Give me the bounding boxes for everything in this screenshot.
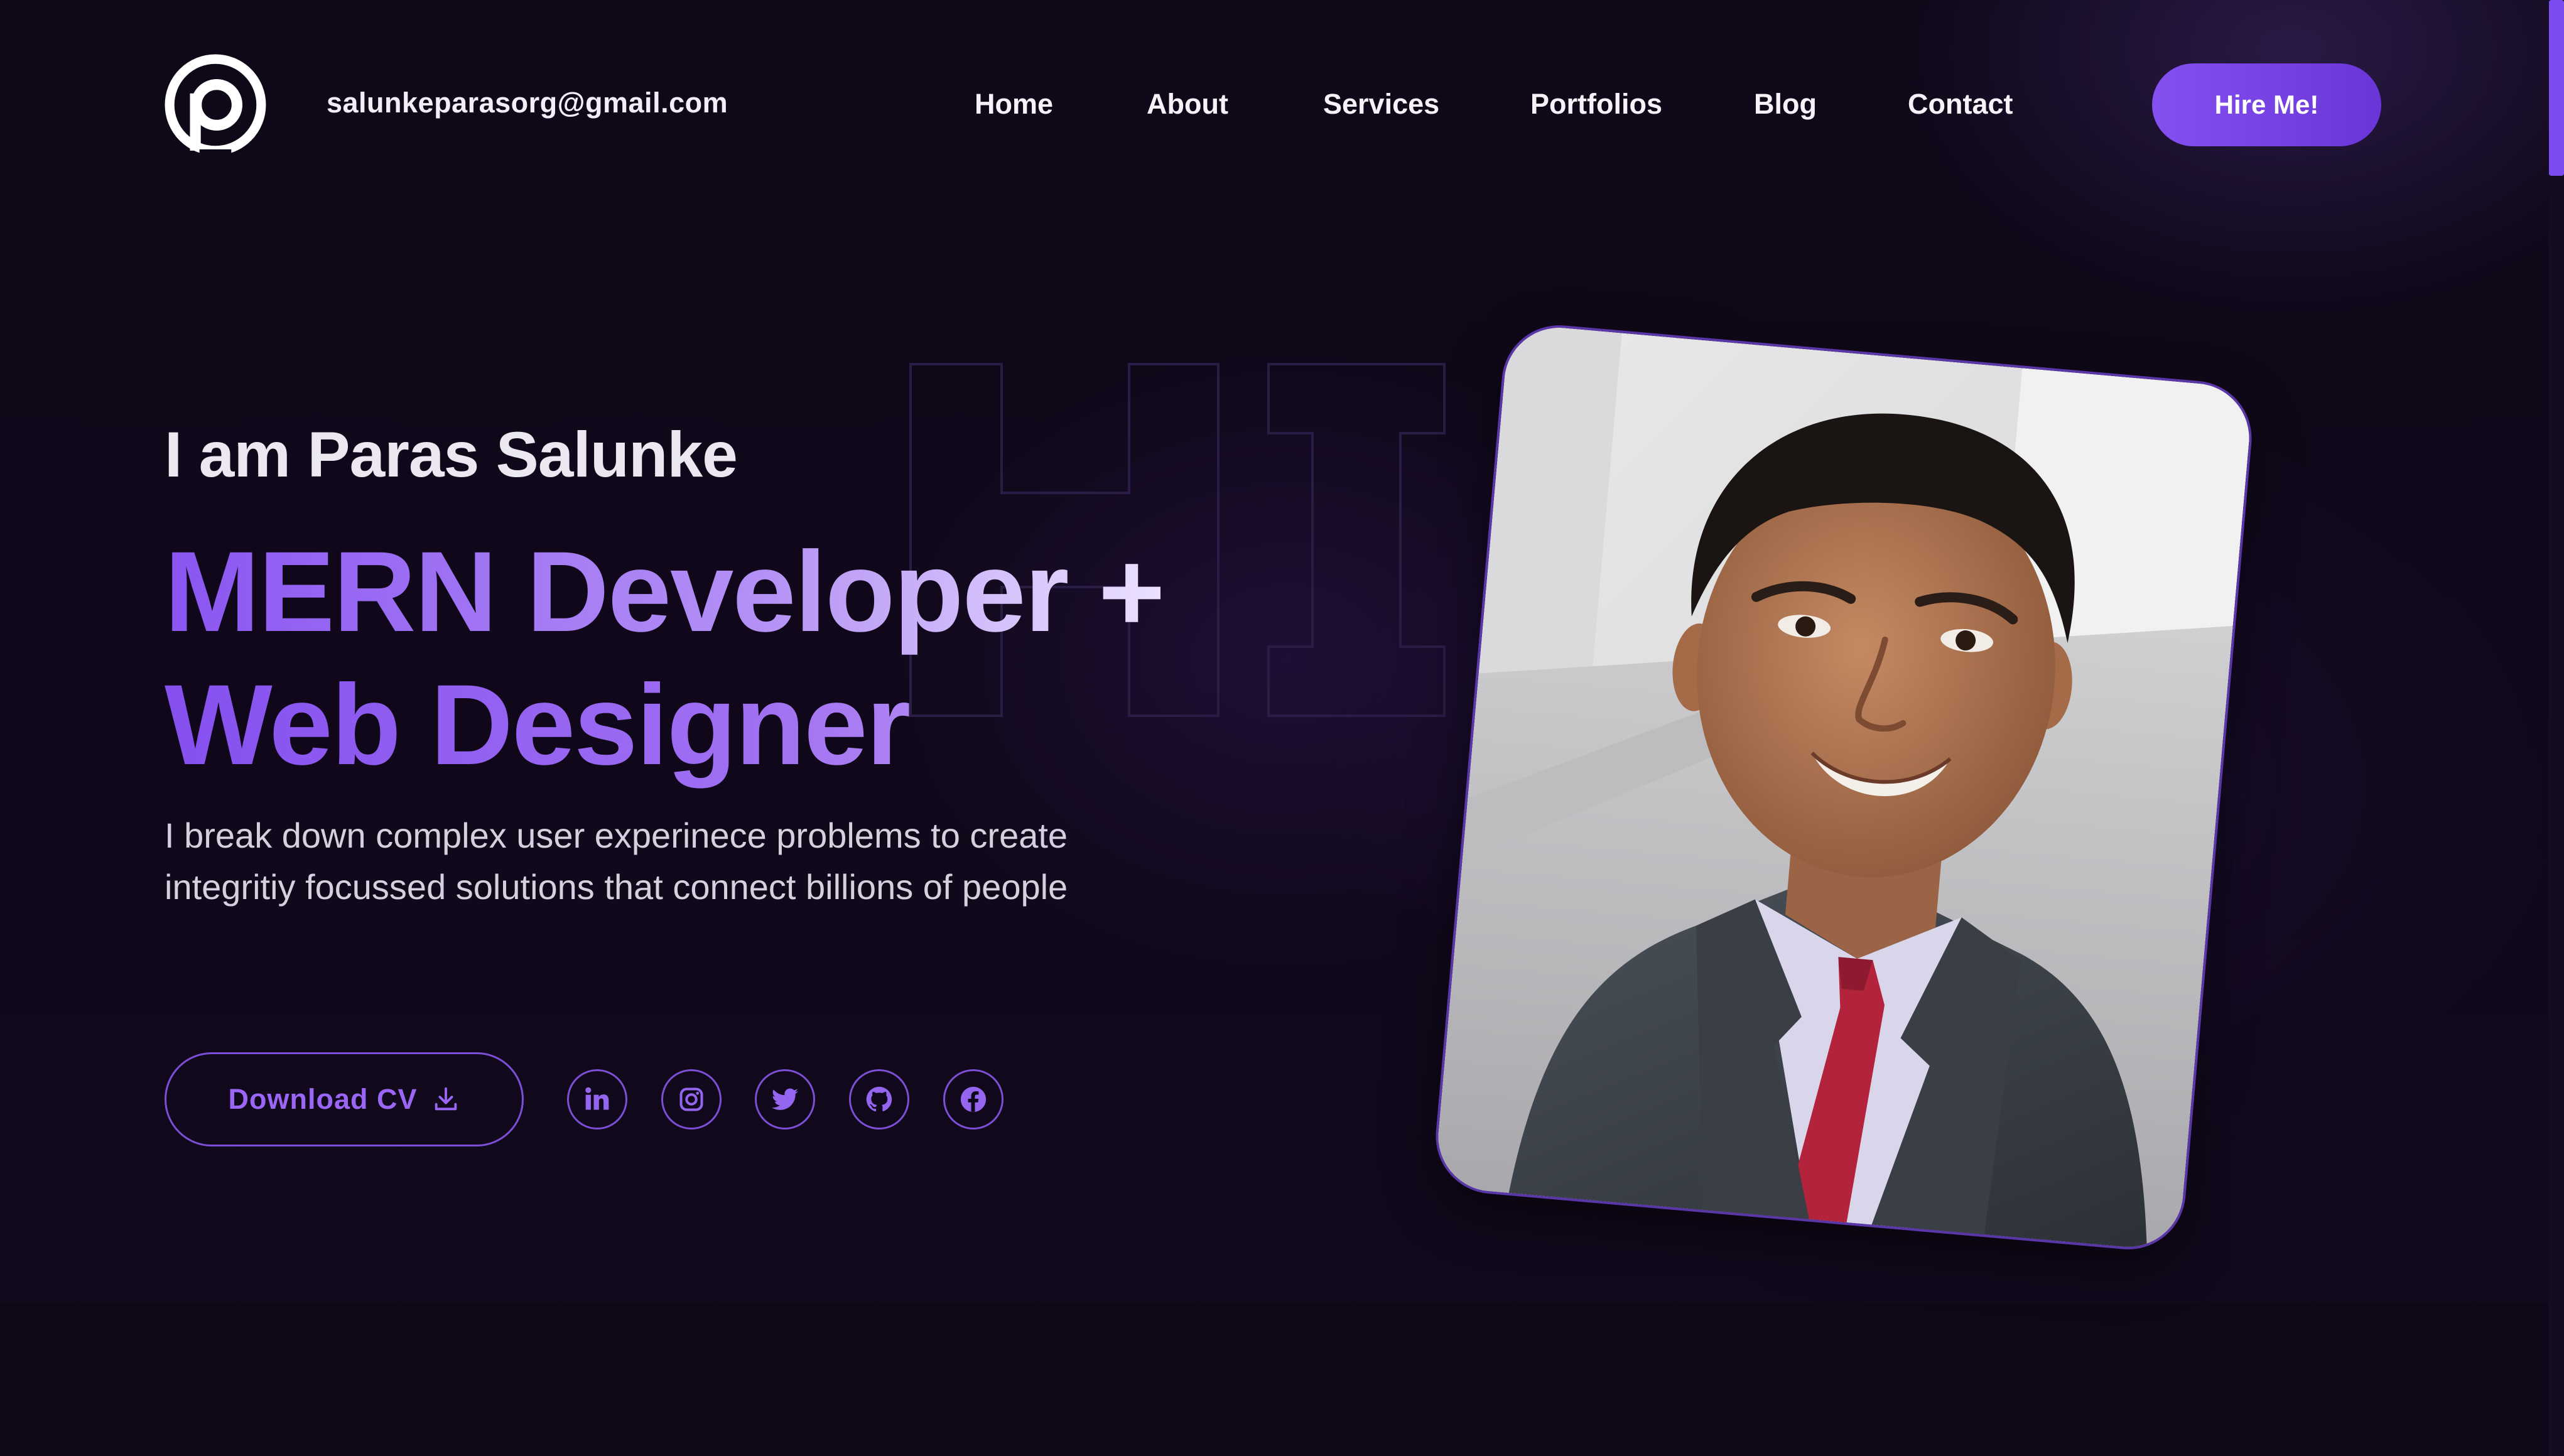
github-button[interactable] (849, 1069, 909, 1130)
portrait-illustration (1434, 323, 2254, 1252)
hero-description: I break down complex user experinece pro… (165, 816, 1068, 907)
intro-heading: I am Paras Salunke (165, 419, 738, 490)
nav-blog[interactable]: Blog (1754, 88, 1817, 121)
headline-line-2: Web Designer (165, 658, 1164, 791)
scrollbar-thumb[interactable] (2549, 0, 2564, 176)
twitter-button[interactable] (755, 1069, 815, 1130)
facebook-button[interactable] (943, 1069, 1003, 1130)
contact-email[interactable]: salunkeparasorg@gmail.com (327, 87, 728, 119)
headline-line-1: MERN Developer + (165, 525, 1165, 658)
portrait-photo (1431, 320, 2257, 1254)
scrollbar-track[interactable] (2549, 0, 2564, 1456)
nav-portfolios[interactable]: Portfolios (1530, 88, 1662, 121)
linkedin-icon (585, 1087, 609, 1110)
p-logo[interactable] (165, 54, 266, 156)
nav-about[interactable]: About (1147, 88, 1228, 121)
nav-services[interactable]: Services (1323, 88, 1439, 121)
hero-headline: MERN Developer + Web Designer (165, 525, 1165, 791)
page: salunkeparasorg@gmail.com Home About Ser… (0, 0, 2564, 1456)
download-cv-label: Download CV (228, 1083, 418, 1115)
download-icon (435, 1087, 457, 1111)
instagram-button[interactable] (661, 1069, 722, 1130)
github-icon (866, 1086, 892, 1112)
linkedin-button[interactable] (567, 1069, 627, 1130)
twitter-icon (771, 1088, 799, 1110)
facebook-icon (960, 1086, 987, 1113)
instagram-icon (679, 1087, 703, 1111)
download-cv-button[interactable]: Download CV (165, 1052, 524, 1146)
hire-me-button[interactable]: Hire Me! (2152, 63, 2381, 146)
nav-contact[interactable]: Contact (1908, 88, 2013, 121)
nav-home[interactable]: Home (975, 88, 1053, 121)
